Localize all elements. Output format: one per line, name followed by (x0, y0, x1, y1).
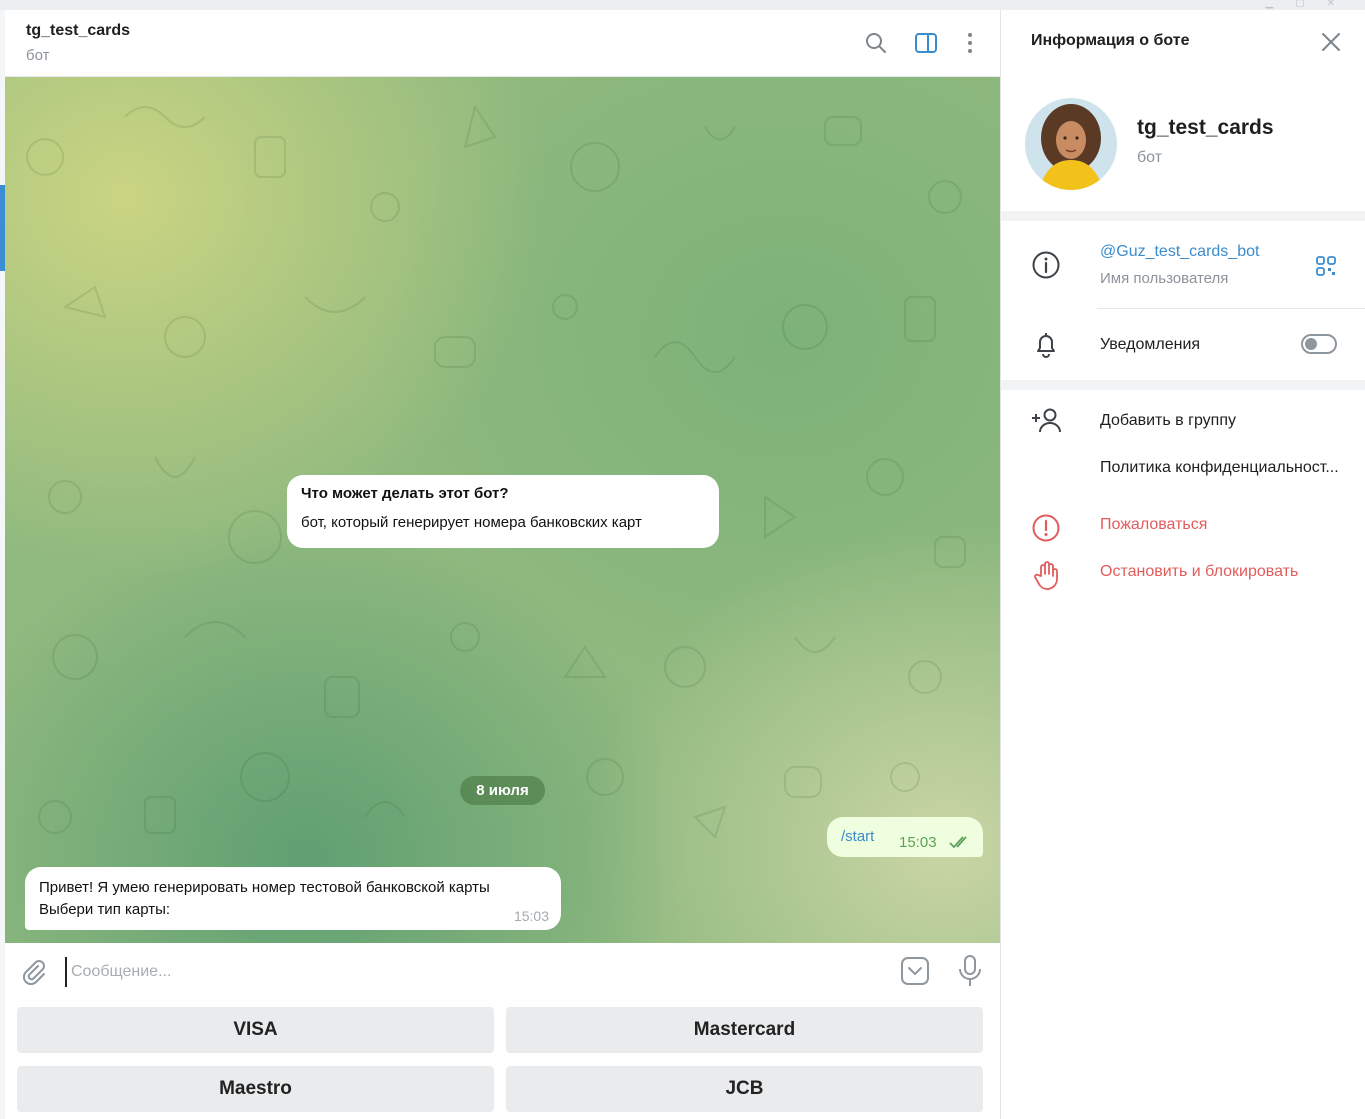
toggle-knob (1305, 338, 1317, 350)
bot-info-title: Что может делать этот бот? (301, 485, 509, 502)
bell-icon (1037, 333, 1055, 358)
more-options-button[interactable] (957, 30, 983, 56)
row-divider (1097, 308, 1365, 309)
bot-info-description: бот, который генерирует номера банковски… (301, 514, 642, 531)
add-to-group-button[interactable]: Добавить в группу (1100, 412, 1236, 430)
microphone-icon[interactable] (956, 954, 984, 988)
more-vertical-icon (968, 33, 972, 53)
bot-username[interactable]: @Guz_test_cards_bot (1100, 243, 1259, 261)
bot-keyboard-toggle-icon[interactable] (900, 956, 930, 986)
search-icon (866, 33, 886, 53)
double-check-icon (949, 836, 967, 849)
bot-reply-keyboard: VISA Mastercard Maestro JCB (5, 999, 1000, 1119)
bot-name: tg_test_cards (1137, 116, 1274, 139)
message-time: 15:03 (513, 908, 549, 924)
bot-info-bubble: Что может делать этот бот? бот, который … (287, 475, 719, 548)
attach-icon[interactable] (19, 957, 47, 985)
incoming-message[interactable]: Привет! Я умею генерировать номер тестов… (25, 867, 561, 930)
chat-header: tg_test_cards бот (5, 10, 1000, 77)
bot-avatar-image (1025, 98, 1117, 190)
report-button[interactable]: Пожаловаться (1100, 516, 1207, 534)
notifications-label: Уведомления (1100, 336, 1201, 353)
date-separator: 8 июля (460, 776, 545, 805)
chat-title[interactable]: tg_test_cards (26, 22, 130, 40)
sidebar-panel-icon (915, 33, 937, 53)
keyboard-button-mastercard[interactable]: Mastercard (506, 1007, 983, 1053)
bot-info-panel: Информация о боте tg_test_cards бот @Guz… (1000, 10, 1365, 1119)
avatar[interactable] (1025, 98, 1117, 190)
add-user-icon (1032, 408, 1061, 433)
keyboard-button-visa[interactable]: VISA (17, 1007, 494, 1053)
window-title-strip: ▁▢✕ (0, 0, 1365, 10)
message-input[interactable] (65, 957, 873, 987)
window-controls[interactable]: ▁▢✕ (1265, 0, 1357, 9)
qr-code-icon[interactable] (1315, 255, 1337, 277)
section-separator (1001, 211, 1365, 221)
close-icon[interactable] (1320, 31, 1342, 53)
bot-type: бот (1137, 149, 1163, 166)
message-line: Привет! Я умею генерировать номер тестов… (39, 879, 490, 896)
privacy-policy-link[interactable]: Политика конфиденциальност... (1100, 459, 1339, 477)
chat-subtitle: бот (26, 47, 50, 64)
message-time: 15:03 (899, 834, 937, 851)
message-text[interactable]: /start (841, 828, 874, 845)
chat-messages-area[interactable]: Что может делать этот бот? бот, который … (5, 77, 1000, 943)
stop-hand-icon (1034, 561, 1058, 590)
username-label: Имя пользователя (1100, 270, 1229, 287)
section-separator (1001, 380, 1365, 390)
keyboard-button-jcb[interactable]: JCB (506, 1066, 983, 1112)
info-icon (1032, 251, 1060, 279)
outgoing-message[interactable]: /start 15:03 (827, 817, 983, 857)
report-icon (1032, 514, 1060, 542)
notifications-toggle[interactable] (1301, 334, 1337, 354)
toggle-info-panel-button[interactable] (913, 30, 939, 56)
message-line: Выбери тип карты: (39, 901, 171, 918)
keyboard-button-maestro[interactable]: Maestro (17, 1066, 494, 1112)
panel-title: Информация о боте (1031, 32, 1190, 49)
stop-and-block-button[interactable]: Остановить и блокировать (1100, 563, 1298, 581)
search-button[interactable] (863, 30, 889, 56)
message-composer (5, 943, 1000, 999)
